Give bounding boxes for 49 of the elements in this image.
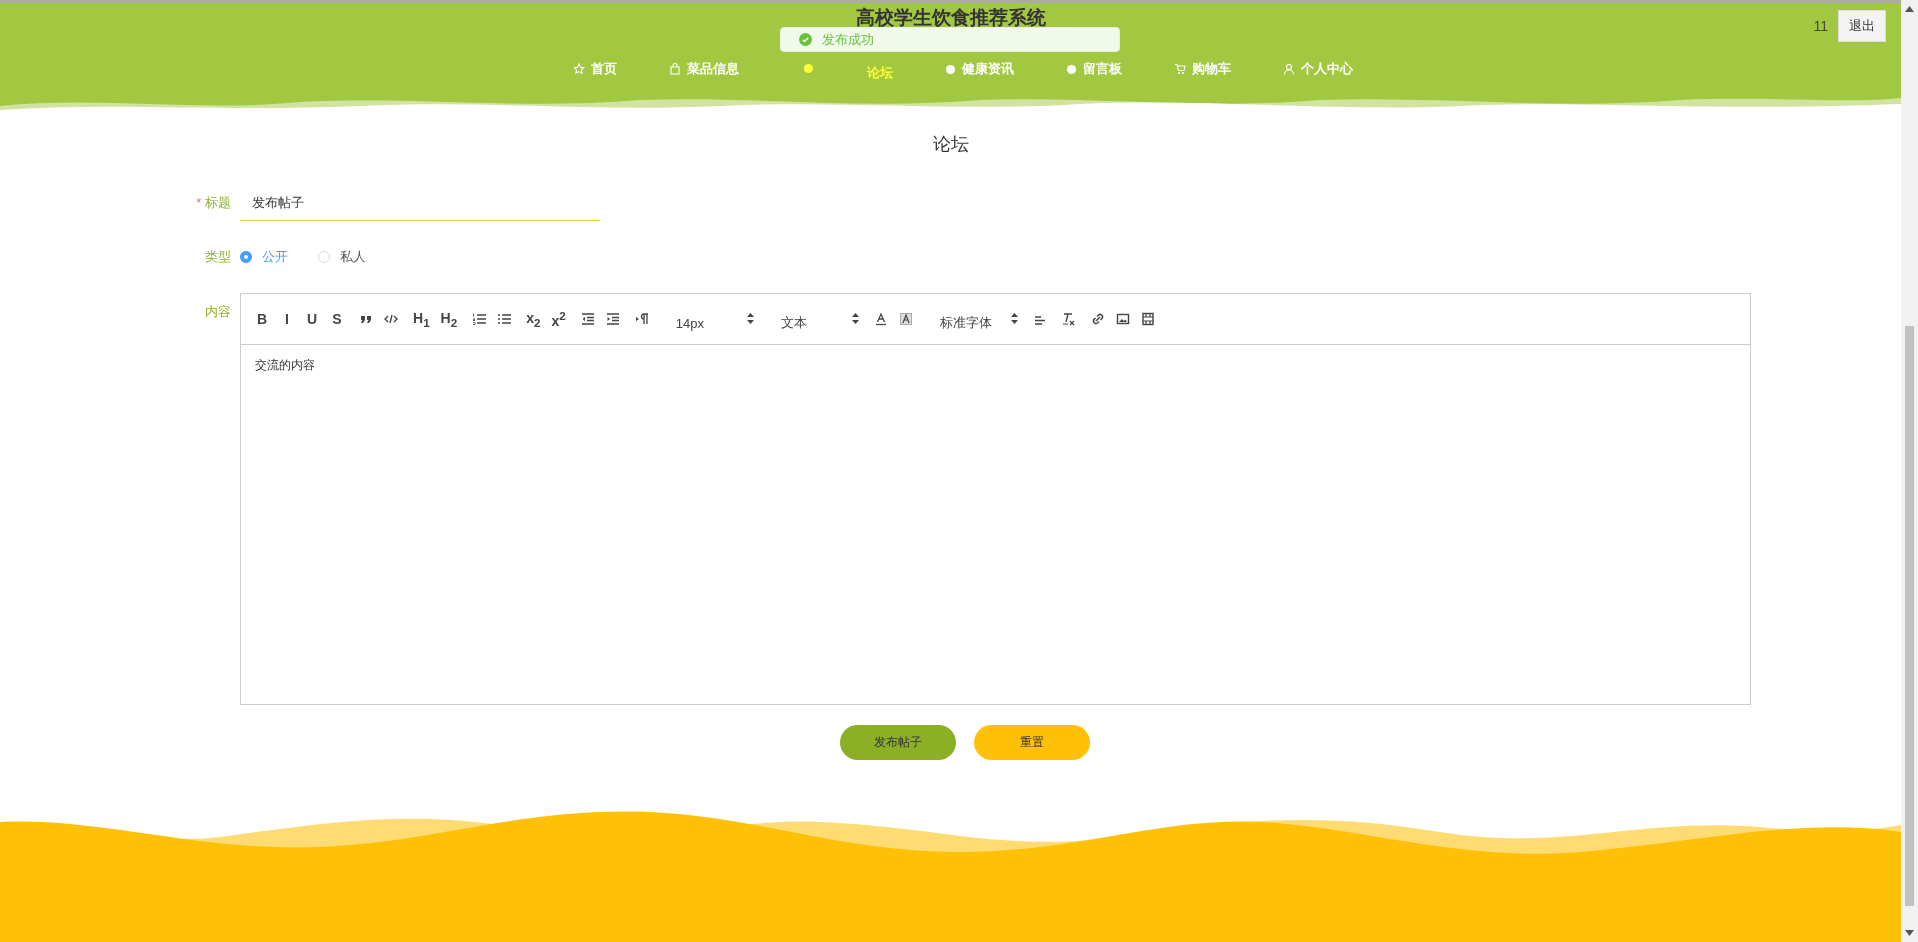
field-label: * 标题 — [195, 194, 232, 212]
editor-text[interactable]: 交流的内容 — [255, 357, 1736, 374]
format-button[interactable]: H$_{2}$ — [440, 309, 458, 329]
list-icon[interactable] — [472, 312, 487, 326]
dot-icon — [1066, 63, 1077, 75]
list-icon[interactable] — [497, 312, 512, 326]
bag-icon — [669, 63, 681, 75]
submit-button[interactable]: 发布帖子 — [839, 725, 956, 760]
indent-icon[interactable] — [580, 312, 595, 326]
format-button[interactable]: B — [255, 311, 269, 327]
dot-icon — [803, 62, 814, 74]
cart-icon — [1174, 63, 1186, 75]
format-button[interactable]: I — [280, 311, 294, 327]
image-icon[interactable] — [1115, 312, 1130, 326]
link-icon[interactable] — [1090, 312, 1105, 326]
format-button[interactable]: x$^{2}$ — [551, 309, 566, 329]
clear-format-icon[interactable] — [1061, 312, 1076, 326]
format-dropdown[interactable]: 14px — [663, 307, 754, 331]
site-title: 高校学生饮食推荐系统 — [855, 6, 1046, 30]
scroll-down-icon[interactable] — [1905, 930, 1914, 936]
video-icon[interactable] — [1140, 312, 1155, 326]
page-title: 论坛 — [931, 133, 970, 156]
field-label: 类型 — [204, 248, 232, 266]
format-button[interactable]: H$_{1}$ — [413, 309, 430, 329]
up-down-arrow-icon — [1010, 312, 1018, 324]
logout-button[interactable]: 退出 — [1838, 10, 1886, 42]
scroll-up-icon[interactable] — [1905, 6, 1914, 12]
username: 11 — [1813, 18, 1828, 34]
font-color-icon[interactable] — [873, 312, 888, 326]
field-label: 内容 — [204, 303, 232, 321]
star-icon — [573, 63, 585, 75]
reset-button[interactable]: 重置 — [973, 725, 1090, 760]
highlight-icon[interactable] — [898, 312, 913, 326]
dot-icon — [945, 63, 956, 75]
radio-option[interactable]: 私人 — [318, 248, 366, 266]
up-down-arrow-icon — [851, 312, 859, 324]
check-circle-icon — [799, 33, 812, 46]
code-icon[interactable] — [384, 312, 398, 326]
format-button[interactable]: S — [330, 311, 344, 327]
format-button[interactable]: U — [305, 311, 319, 327]
user-icon — [1283, 63, 1295, 75]
up-down-arrow-icon — [746, 312, 754, 324]
text-direction-icon[interactable] — [634, 312, 649, 326]
toast-message: 发布成功 — [822, 30, 874, 49]
scrollbar[interactable] — [1901, 0, 1918, 942]
indent-icon[interactable] — [605, 312, 620, 326]
format-dropdown[interactable]: 文本 — [768, 306, 859, 332]
format-button[interactable]: x$_{2}$ — [526, 309, 541, 329]
format-dropdown[interactable]: 标准字体 — [927, 306, 1018, 332]
